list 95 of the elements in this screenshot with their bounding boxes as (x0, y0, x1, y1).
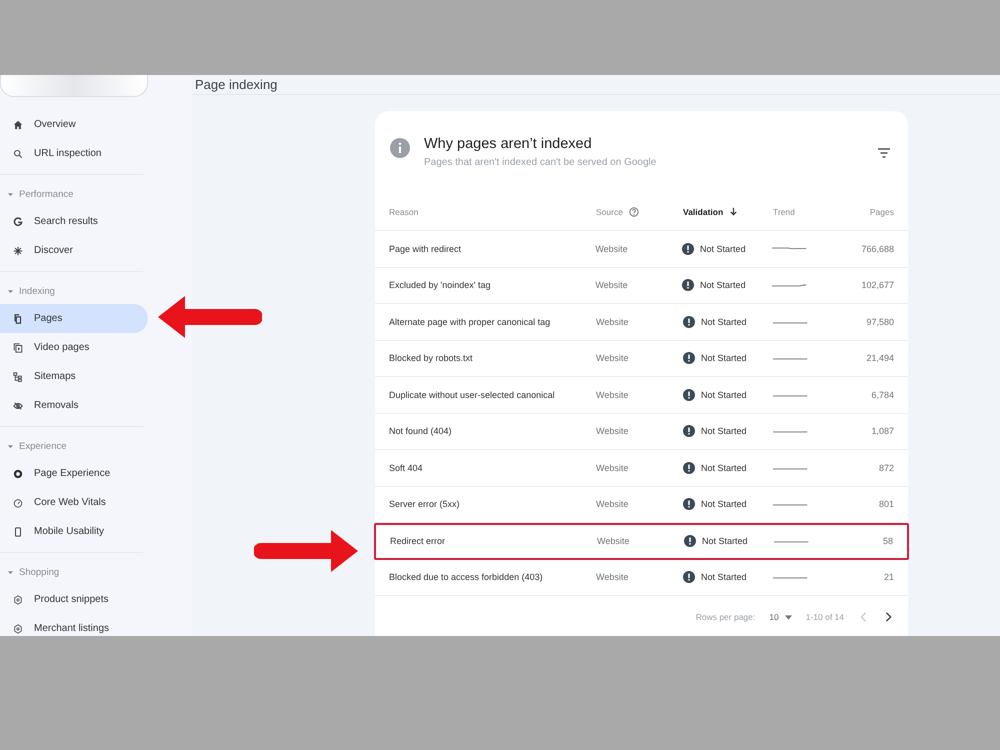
alert-icon (683, 352, 695, 364)
source-cell: Website (596, 353, 628, 364)
source-cell: Website (595, 280, 628, 290)
reason-cell[interactable]: Blocked due to access forbidden (403) (389, 572, 543, 582)
alert-icon (682, 279, 694, 292)
validation-status: Not Started (701, 572, 747, 582)
trend-sparkline (772, 246, 809, 252)
validation-status: Not Started (702, 536, 748, 546)
filter-icon (878, 148, 890, 158)
sidebar-item[interactable]: Search results (0, 207, 148, 236)
alert-icon (683, 462, 695, 474)
pages-count: 801 (878, 499, 894, 510)
sidebar-item[interactable]: Video pages (0, 333, 148, 362)
video-icon (13, 342, 23, 352)
pages-count: 872 (878, 462, 894, 473)
pages-count: 21,494 (866, 353, 894, 364)
sidebar-item[interactable]: Merchant listings (0, 614, 148, 636)
pages-count: 58 (882, 536, 893, 546)
reason-cell[interactable]: Blocked by robots.txt (389, 353, 473, 364)
info-icon (390, 138, 410, 158)
source-cell: Website (595, 244, 628, 254)
alert-icon (683, 498, 695, 510)
card-title: Why pages aren’t indexed (424, 136, 593, 152)
validation-status: Not Started (701, 462, 747, 473)
sidebar-item[interactable]: Core Web Vitals (0, 488, 148, 517)
eyeoff-icon (13, 400, 23, 410)
pages-count: 1,087 (871, 426, 894, 436)
reason-cell[interactable]: Redirect error (390, 536, 446, 546)
caret-icon (8, 192, 13, 196)
asterisk-icon (13, 246, 23, 256)
validation-status: Not Started (701, 426, 747, 436)
g-icon (13, 216, 23, 226)
source-cell: Website (596, 499, 628, 510)
validation-status: Not Started (701, 499, 747, 510)
reason-cell[interactable]: Duplicate without user-selected canonical (389, 390, 555, 400)
pages-count: 6,784 (871, 390, 894, 400)
gauge-icon (13, 498, 23, 508)
reason-cell[interactable]: Soft 404 (389, 462, 423, 473)
rows-per-page-select[interactable]: 10 (769, 612, 792, 622)
reason-cell[interactable]: Server error (5xx) (389, 499, 460, 510)
sidebar-item[interactable]: Sitemaps (0, 362, 148, 391)
phone-icon (13, 526, 23, 536)
sitemap-icon (13, 372, 23, 382)
home-icon (13, 120, 23, 130)
alert-icon (683, 425, 695, 438)
sidebar-item[interactable]: Overview (0, 110, 148, 139)
sidebar-item[interactable]: Removals (0, 391, 148, 420)
source-cell: Website (596, 390, 628, 400)
reason-cell[interactable]: Excluded by 'noindex' tag (389, 280, 491, 290)
rows-per-page-label: Rows per page: (696, 612, 756, 622)
column-header[interactable]: Validation (683, 206, 724, 216)
next-page-button[interactable] (883, 610, 894, 624)
alert-icon (684, 535, 696, 548)
source-cell: Website (597, 536, 630, 546)
reason-cell[interactable]: Alternate page with proper canonical tag (389, 316, 550, 327)
page-title: Page indexing (195, 77, 278, 92)
source-cell: Website (596, 462, 628, 473)
trend-sparkline (772, 282, 809, 288)
sidebar-item[interactable]: Page Experience (0, 459, 148, 488)
page-range: 1-10 of 14 (806, 612, 844, 622)
sidebar-item[interactable]: Mobile Usability (0, 517, 148, 546)
sidebar-item[interactable]: Product snippets (0, 585, 148, 614)
validation-status: Not Started (700, 244, 746, 254)
caret-icon (8, 288, 13, 294)
sidebar-item[interactable]: URL inspection (0, 139, 148, 168)
reason-cell[interactable]: Page with redirect (389, 244, 462, 254)
validation-status: Not Started (700, 280, 746, 290)
reason-cell[interactable]: Not found (404) (389, 426, 452, 436)
help-icon[interactable] (628, 206, 639, 216)
sidebar-item[interactable]: Discover (0, 236, 148, 265)
dropdown-caret-icon (784, 614, 792, 620)
validation-status: Not Started (701, 316, 747, 327)
alert-icon (683, 388, 695, 401)
search-icon (13, 148, 23, 158)
sidebar-item[interactable]: Pages (0, 304, 148, 333)
alert-icon (683, 571, 695, 584)
chevron-right-icon (885, 612, 892, 622)
source-cell: Website (596, 426, 628, 436)
caret-icon (8, 444, 13, 448)
caret-icon (8, 570, 13, 574)
alert-icon (682, 242, 694, 255)
pages-count: 102,677 (861, 280, 894, 290)
chevron-left-icon (860, 612, 867, 622)
card-subtitle: Pages that aren't indexed can't be served on Google (424, 157, 658, 168)
pages-count: 766,688 (861, 244, 894, 254)
pages-count: 21 (884, 572, 894, 582)
page-icon (13, 314, 23, 324)
validation-status: Not Started (701, 353, 747, 364)
validation-status: Not Started (701, 390, 747, 400)
source-cell: Website (596, 572, 628, 582)
pages-count: 97,580 (866, 316, 894, 327)
sort-down-icon[interactable] (729, 207, 738, 216)
alert-icon (683, 316, 695, 328)
source-cell: Website (596, 316, 628, 327)
badge-icon (13, 468, 23, 478)
